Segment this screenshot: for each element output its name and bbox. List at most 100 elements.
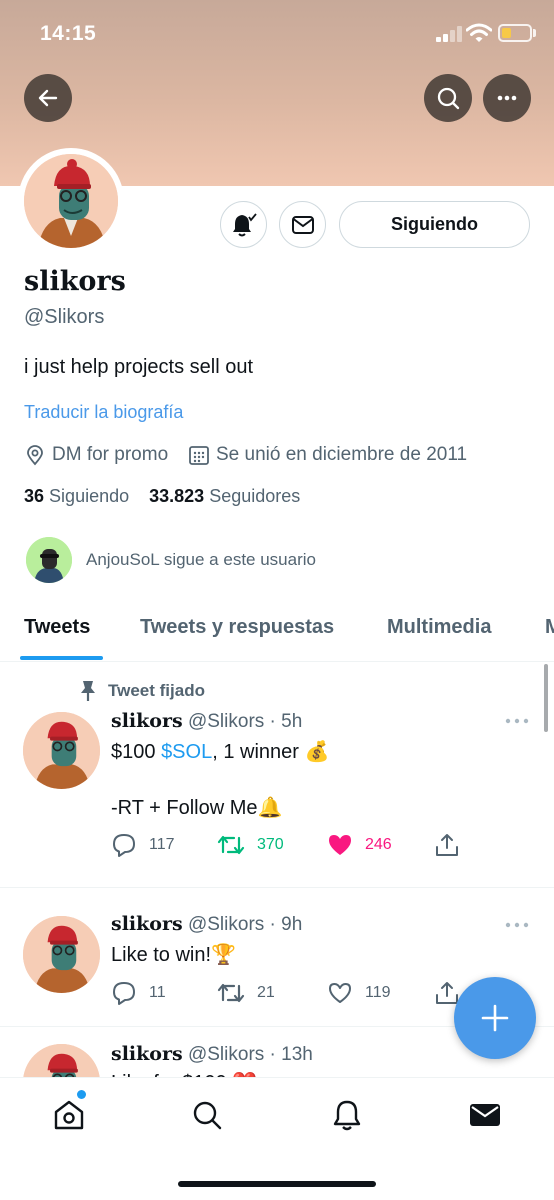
tweet-header: slikors @Slikors · 13h — [111, 1043, 313, 1066]
reply-button[interactable]: 117 — [111, 832, 175, 858]
bell-check-icon — [232, 212, 257, 236]
reply-button[interactable]: 11 — [111, 980, 166, 1006]
messages-icon[interactable] — [468, 1098, 502, 1132]
profile-location: DM for promo — [24, 444, 168, 466]
tweet-author-name[interactable]: slikors — [111, 913, 183, 935]
wifi-icon — [466, 23, 492, 42]
tab-indicator — [20, 656, 103, 660]
profile-avatar[interactable] — [18, 148, 124, 254]
profile-bio: i just help projects sell out — [24, 356, 254, 378]
search-icon — [437, 87, 460, 110]
retweet-icon — [217, 983, 245, 1003]
share-button[interactable] — [434, 832, 460, 858]
following-button[interactable]: Siguiendo — [339, 201, 530, 248]
followed-by-text: AnjouSoL sigue a este usuario — [86, 550, 316, 569]
profile-handle: @Slikors — [24, 306, 105, 328]
more-button[interactable] — [483, 74, 531, 122]
status-bar: 14:15 — [0, 0, 554, 64]
followers-stat[interactable]: 33.823 Seguidores — [149, 486, 300, 506]
retweet-count: 21 — [257, 984, 275, 1001]
follower-avatar — [26, 537, 72, 583]
like-count: 119 — [365, 984, 391, 1001]
message-button[interactable] — [279, 201, 326, 248]
home-indicator — [178, 1181, 376, 1187]
cashtag-link[interactable]: $SOL — [161, 741, 212, 763]
compose-tweet-button[interactable] — [454, 977, 536, 1059]
profile-stats: 36 Siguiendo 33.823 Seguidores — [24, 486, 300, 507]
like-button[interactable]: 119 — [327, 980, 391, 1006]
heart-filled-icon — [329, 835, 351, 855]
tab-tweets[interactable]: Tweets — [24, 616, 90, 639]
tweet-text-suffix: , 1 winner 💰 — [212, 741, 330, 763]
following-label: Siguiendo — [49, 486, 130, 506]
heart-icon — [329, 983, 351, 1003]
notifications-button[interactable] — [220, 201, 267, 248]
tweet-avatar[interactable] — [23, 916, 100, 993]
signal-icon — [436, 26, 462, 42]
pin-icon — [81, 681, 95, 701]
tweet-header: slikors @Slikors · 9h — [111, 913, 302, 936]
tweet-text: Like to win!🏆 — [111, 944, 236, 966]
like-button[interactable]: 246 — [327, 832, 392, 858]
tweet-avatar[interactable] — [23, 712, 100, 789]
arrow-left-icon — [38, 89, 58, 107]
tab-tweets-replies[interactable]: Tweets y respuestas — [140, 616, 334, 639]
reply-icon — [113, 982, 135, 1005]
mail-icon — [291, 215, 314, 234]
battery-icon — [498, 24, 532, 42]
reply-count: 117 — [149, 836, 175, 853]
tweet-more-icon[interactable] — [505, 718, 529, 724]
tweet-handle-time: @Slikors · 13h — [187, 1044, 313, 1065]
reply-icon — [113, 834, 135, 857]
following-stat[interactable]: 36 Siguiendo — [24, 486, 129, 506]
search-icon[interactable] — [190, 1098, 224, 1132]
tweet-item[interactable]: Tweet fijado slikors @Slikors · 5h $100 … — [0, 662, 554, 888]
tweet-more-icon[interactable] — [505, 922, 529, 928]
retweet-button[interactable]: 21 — [217, 980, 275, 1006]
tweet-actions: 117 370 246 — [111, 832, 471, 862]
like-count: 246 — [365, 836, 392, 853]
tweet-text-line2: -RT + Follow Me🔔 — [111, 797, 283, 819]
profile-name: slikors — [24, 266, 126, 297]
retweet-count: 370 — [257, 836, 284, 853]
retweet-icon — [217, 835, 245, 855]
translate-bio-link[interactable]: Traducir la biografía — [24, 402, 183, 423]
notifications-icon[interactable] — [330, 1098, 364, 1132]
home-notification-dot — [77, 1090, 86, 1099]
profile-joined: Se unió en diciembre de 2011 — [188, 444, 467, 466]
followers-label: Seguidores — [209, 486, 301, 506]
share-icon — [436, 834, 458, 856]
reply-count: 11 — [149, 984, 166, 1001]
tweet-actions: 11 21 119 — [111, 980, 471, 1010]
tweet-author-name[interactable]: slikors — [111, 1043, 183, 1065]
retweet-button[interactable]: 370 — [217, 832, 284, 858]
tweet-text: $100 $SOL, 1 winner 💰 — [111, 738, 329, 766]
search-button[interactable] — [424, 74, 472, 122]
tweet-header: slikors @Slikors · 5h — [111, 710, 302, 733]
tab-media[interactable]: Multimedia — [387, 616, 491, 639]
more-horizontal-icon — [497, 95, 517, 101]
profile-tabs: Tweets Tweets y respuestas Multimedia M — [0, 600, 554, 662]
back-button[interactable] — [24, 74, 72, 122]
following-count: 36 — [24, 486, 45, 506]
followed-by[interactable]: AnjouSoL sigue a este usuario — [26, 537, 316, 583]
tweet-text-prefix: $100 — [111, 741, 162, 763]
calendar-icon — [189, 446, 209, 465]
battery-cap — [533, 29, 536, 37]
pinned-indicator: Tweet fijado — [78, 680, 205, 702]
tweet-handle-time: @Slikors · 5h — [187, 711, 303, 732]
followers-count: 33.823 — [149, 486, 205, 506]
tweet-avatar[interactable] — [23, 1044, 100, 1077]
joined-text: Se unió en diciembre de 2011 — [216, 444, 468, 465]
tweet-text: Like for $100 ❤️ — [111, 1069, 257, 1077]
location-icon — [27, 445, 43, 466]
home-icon[interactable] — [52, 1098, 86, 1132]
avatar-image — [24, 154, 118, 248]
tab-likes[interactable]: M — [545, 616, 554, 639]
plus-icon — [481, 1004, 509, 1032]
pinned-label: Tweet fijado — [108, 681, 205, 700]
tweet-author-name[interactable]: slikors — [111, 710, 183, 732]
status-time: 14:15 — [40, 22, 97, 45]
location-text: DM for promo — [52, 444, 169, 465]
tweet-handle-time: @Slikors · 9h — [187, 914, 303, 935]
